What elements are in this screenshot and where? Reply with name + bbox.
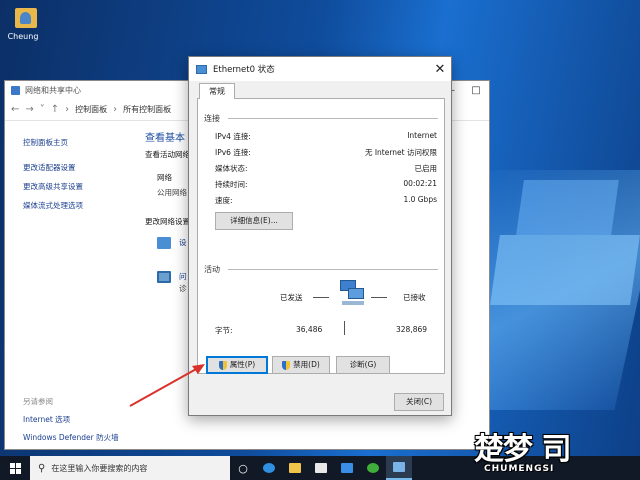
search-icon: ⚲ bbox=[38, 462, 46, 474]
taskbar-search-box[interactable]: ⚲ 在这里输入你要搜索的内容 bbox=[30, 456, 230, 480]
watermark-subtext: CHUMENGSI bbox=[484, 464, 555, 474]
store-icon[interactable] bbox=[308, 456, 334, 480]
mail-icon[interactable] bbox=[334, 456, 360, 480]
search-placeholder: 在这里输入你要搜索的内容 bbox=[51, 463, 148, 473]
tab-general[interactable]: 常规 bbox=[199, 83, 235, 99]
start-button[interactable] bbox=[0, 456, 30, 480]
watermark-logo: 楚梦 司 CHUMENGSI bbox=[470, 424, 638, 478]
annotation-arrow bbox=[129, 364, 205, 407]
xbox-icon[interactable] bbox=[360, 456, 386, 480]
file-explorer-icon[interactable] bbox=[282, 456, 308, 480]
watermark-text: 楚梦 司 bbox=[474, 432, 571, 467]
task-view-icon[interactable]: ○ bbox=[230, 456, 256, 480]
edge-icon[interactable] bbox=[256, 456, 282, 480]
windows-logo-icon bbox=[9, 462, 21, 474]
network-center-icon[interactable] bbox=[386, 456, 412, 480]
